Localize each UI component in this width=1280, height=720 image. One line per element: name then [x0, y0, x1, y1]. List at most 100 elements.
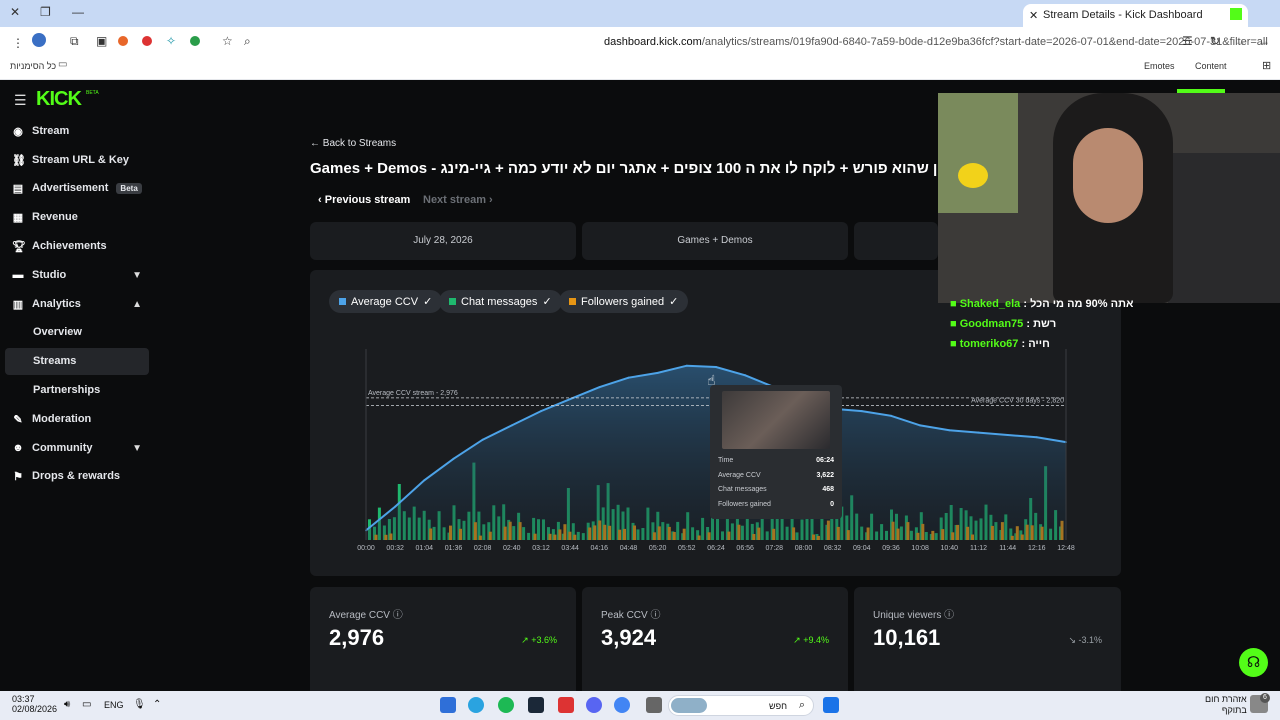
previous-stream-button[interactable]: ‹ Previous stream	[318, 194, 410, 206]
extensions-icon[interactable]: ⧉	[70, 34, 79, 49]
sidebar-item-stream-url[interactable]: ⛓ Stream URL & Key	[12, 148, 152, 172]
chevron-up-icon[interactable]: ⌃	[153, 699, 161, 710]
sidebar-item-achievements[interactable]: 🏆︎ Achievements	[12, 234, 152, 258]
stat-value: 2,976	[329, 625, 385, 650]
extension-teal-icon[interactable]: ✧	[166, 34, 176, 48]
sidebar-item-label: Moderation	[32, 413, 92, 425]
screen-icon[interactable]: ▣	[96, 34, 107, 48]
support-chat-button[interactable]: ☊	[1239, 648, 1268, 677]
restore-window-icon[interactable]: ❐	[40, 5, 51, 19]
browser-tab[interactable]: ✕ Stream Details - Kick Dashboard	[1023, 4, 1248, 27]
emotes-link[interactable]: Emotes	[1144, 61, 1175, 71]
ccv-point	[715, 366, 717, 368]
menu-dots-icon[interactable]: ⋮	[12, 36, 24, 50]
stat-label: Unique viewers ⓘ	[873, 610, 955, 621]
arrow-left-icon: ←	[310, 138, 320, 149]
bookmark-star-icon[interactable]: ☆	[222, 34, 233, 48]
content-link[interactable]: Content	[1195, 61, 1227, 71]
spotify-icon[interactable]	[498, 697, 514, 713]
taskbar-search[interactable]: חפש ⌕	[668, 695, 814, 716]
volume-icon[interactable]: 🔊︎	[64, 699, 70, 710]
x-tick-label: 00:00	[357, 545, 375, 552]
sidebar-item-moderation[interactable]: ✎ Moderation	[12, 407, 152, 431]
sidebar-sub-streams[interactable]: Streams	[33, 349, 173, 373]
x-tick-label: 03:44	[561, 545, 579, 552]
sidebar-item-label: Advertisement	[32, 182, 109, 194]
ccv-point	[540, 410, 542, 413]
sidebar-item-drops[interactable]: ⚑ Drops & rewards	[12, 464, 152, 488]
revenue-icon: ▦	[12, 211, 24, 224]
next-stream-button[interactable]: Next stream ›	[423, 194, 493, 206]
sidebar-item-analytics[interactable]: ▥ Analytics ▲	[12, 292, 152, 316]
filter-chat-messages[interactable]: Chat messages ✓	[439, 290, 562, 313]
filter-followers-gained[interactable]: Followers gained ✓	[559, 290, 689, 313]
sidebar-item-label: Overview	[33, 326, 82, 338]
filter-label: Followers gained	[581, 295, 665, 308]
sidebar-item-label: Partnerships	[33, 384, 101, 396]
extension-red-icon[interactable]	[142, 36, 152, 46]
discord-icon[interactable]	[586, 697, 602, 713]
weather-text: אזהרת חום	[1205, 694, 1247, 704]
extension-green-icon[interactable]	[190, 36, 200, 46]
minimize-window-icon[interactable]: —	[72, 5, 84, 19]
steam-icon[interactable]	[528, 697, 544, 713]
community-icon: ☻	[12, 442, 24, 454]
chevron-down-icon: ▼	[132, 269, 142, 281]
weather-widget[interactable]: אזהרת חום בתוקף	[1205, 694, 1247, 716]
url-field[interactable]: dashboard.kick.com/analytics/streams/019…	[604, 36, 1268, 48]
ccv-point	[1035, 436, 1038, 439]
sidebar-sub-partnerships[interactable]: Partnerships	[33, 378, 173, 402]
kick-badge-icon: ■	[950, 338, 957, 350]
kick-logo[interactable]: KICK	[36, 88, 82, 111]
all-bookmarks-label[interactable]: כל הסימניות	[10, 61, 56, 71]
chrome-icon[interactable]	[614, 697, 630, 713]
close-window-icon[interactable]: ✕	[10, 5, 20, 19]
reference-line-label: Average CCV stream - 2,976	[368, 390, 458, 397]
windows-start-icon[interactable]	[823, 697, 839, 713]
sidebar-item-studio[interactable]: ▬ Studio ▼	[12, 263, 152, 287]
clock-date: 02/08/2026	[12, 704, 58, 714]
url-path: /analytics/streams/019fa90d-6840-7a59-b0…	[701, 36, 1268, 48]
profile-icon[interactable]	[32, 33, 46, 47]
grid-icon[interactable]: ⊞	[1262, 59, 1271, 72]
tooltip-value: 0	[830, 500, 834, 508]
sidebar-item-advertisement[interactable]: ▤ Advertisement Beta	[12, 176, 152, 200]
sidebar-item-community[interactable]: ☻ Community ▼	[12, 436, 152, 460]
webcam-background-shelf	[1168, 153, 1280, 303]
language-indicator[interactable]: ENG	[104, 700, 124, 710]
stat-value: 10,161	[873, 625, 941, 650]
close-tab-icon[interactable]: ✕	[1029, 9, 1038, 22]
tooltip-key: Chat messages	[718, 486, 767, 493]
search-icon[interactable]: ⌕	[244, 34, 251, 49]
filter-average-ccv[interactable]: Average CCV ✓	[329, 290, 443, 313]
info-icon[interactable]: ⓘ	[944, 610, 954, 621]
sidebar-item-revenue[interactable]: ▦ Revenue	[12, 205, 152, 229]
stream-date-card: July 28, 2026	[310, 222, 576, 260]
trophy-icon: 🏆︎	[12, 240, 26, 253]
start-grid-icon[interactable]	[440, 697, 456, 713]
clock[interactable]: 03:37 02/08/2026	[12, 694, 57, 714]
extension-orange-icon[interactable]	[118, 36, 128, 46]
file-explorer-icon[interactable]	[646, 697, 662, 713]
x-tick-label: 07:28	[766, 545, 784, 552]
stat-value: 3,924	[601, 625, 657, 650]
app-red-icon[interactable]	[558, 697, 574, 713]
info-icon[interactable]: ⓘ	[650, 610, 660, 621]
x-tick-label: 04:48	[620, 545, 638, 552]
x-tick-label: 02:08	[474, 545, 492, 552]
info-icon[interactable]: ⓘ	[393, 610, 403, 621]
top-green-button-edge	[1177, 89, 1225, 93]
x-tick-label: 04:16	[591, 545, 609, 552]
network-icon[interactable]: ▭	[82, 699, 91, 710]
ccv-point	[948, 429, 951, 432]
mic-icon[interactable]: 🎙︎	[133, 699, 146, 710]
back-to-streams-link[interactable]: ← Back to Streams	[310, 138, 396, 149]
sidebar-sub-overview[interactable]: Overview	[33, 320, 173, 344]
sidebar-item-stream[interactable]: ◉ Stream	[12, 119, 152, 143]
browser-tab-bar: ✕ ❐ — + ✕ Stream Details - Kick Dashboar…	[0, 0, 1280, 27]
x-tick-label: 08:00	[795, 545, 813, 552]
telegram-icon[interactable]	[468, 697, 484, 713]
hamburger-menu-icon[interactable]: ☰	[14, 92, 27, 109]
tooltip-row: Average CCV 3,622	[718, 472, 834, 487]
notification-icon[interactable]: 6	[1250, 693, 1270, 713]
